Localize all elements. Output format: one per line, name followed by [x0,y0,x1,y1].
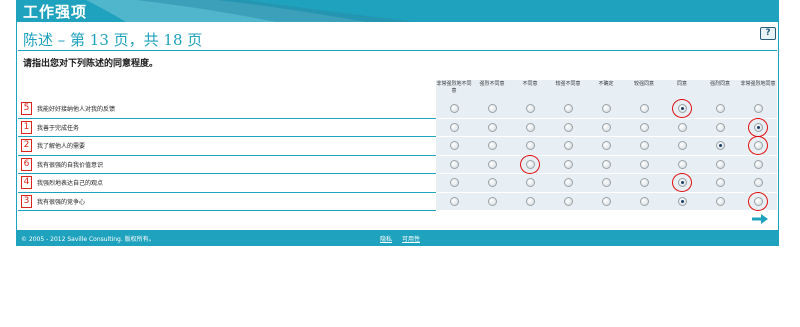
rating-radio[interactable] [754,159,763,169]
rating-radio[interactable] [716,159,725,169]
rating-radio[interactable] [678,159,687,169]
row-divider [18,136,436,137]
rating-radio[interactable] [678,196,687,206]
rating-radio[interactable] [602,159,611,169]
rank-annotation: 2 [21,139,32,153]
rating-radio[interactable] [602,196,611,206]
rating-radio[interactable] [564,196,573,206]
rating-radio[interactable] [640,196,649,206]
row-divider [18,154,436,156]
header-title: 工作强项 [23,3,88,21]
title-divider [18,50,777,51]
statement-text: 我有很强的自我价值意识 [37,161,104,169]
scale-label: 较强不同意 [555,81,581,87]
grid-row-divider [436,191,777,193]
statement-text: 我能好好接纳他人对我的反馈 [37,106,116,114]
grid-row-divider [436,173,777,174]
row-divider [18,191,436,193]
help-button[interactable]: ? [760,27,776,40]
scale-label: 不确定 [598,81,614,87]
footer-copyright: © 2005 - 2012 Saville Consulting. 版权所有。 [21,236,155,243]
rank-annotation: 1 [21,120,32,134]
statement-text: 我有很强的竞争心 [37,198,86,206]
scale-label: 强烈不同意 [479,81,505,87]
rating-radio[interactable] [678,122,687,132]
annotation-circle [748,191,768,211]
annotation-circle [748,117,768,137]
rating-radio[interactable] [488,196,497,206]
rating-radio[interactable] [602,122,611,132]
grid-row-divider [436,210,777,211]
rating-radio[interactable] [526,122,535,132]
survey-frame: 工作强项 陈述 – 第 13 页，共 18 页 ? 请指出您对下列陈述的同意程度… [16,0,779,247]
grid-row-divider [436,136,777,137]
scale-label: 较强同意 [633,81,654,87]
row-divider [18,117,436,119]
grid-row-divider [436,154,777,156]
rank-annotation: 3 [21,194,32,208]
rating-radio[interactable] [564,159,573,169]
rating-radio[interactable] [450,196,459,206]
instruction-text: 请指出您对下列陈述的同意程度。 [23,59,159,69]
grid-row-divider [436,117,777,119]
statement-text: 我强烈地表达自己的观点 [37,180,104,188]
rating-radio[interactable] [526,196,535,206]
scale-label: 非常强烈地不同意 [436,81,472,94]
row-divider [18,173,436,174]
scale-label: 非常强烈地同意 [740,81,776,87]
header-swoosh-graphic [86,0,416,22]
page-title: 陈述 – 第 13 页，共 18 页 [23,31,203,49]
footer-link-privacy[interactable]: 隐私 [380,234,392,243]
rating-radio[interactable] [640,122,649,132]
help-icon: ? [765,28,771,38]
rank-annotation: 5 [21,102,32,116]
rank-annotation: 6 [21,157,32,171]
rating-radio[interactable] [716,122,725,132]
statement-text: 我了解他人的需要 [37,143,86,151]
rating-radio[interactable] [716,196,725,206]
rating-radio[interactable] [488,122,497,132]
rating-radio[interactable] [450,122,459,132]
next-arrow-icon[interactable] [751,213,769,225]
scale-label: 不同意 [522,81,538,87]
statement-text: 我善于完成任务 [37,124,80,132]
scale-label: 强烈同意 [709,81,730,87]
footer-link-accessibility[interactable]: 可用性 [402,234,420,243]
annotation-circle [520,154,540,174]
rating-radio[interactable] [564,122,573,132]
rank-annotation: 4 [21,176,32,190]
scale-label: 同意 [676,81,687,87]
rating-radio[interactable] [640,159,649,169]
rating-radio[interactable] [488,159,497,169]
rating-radio[interactable] [450,159,459,169]
row-divider [18,210,436,211]
